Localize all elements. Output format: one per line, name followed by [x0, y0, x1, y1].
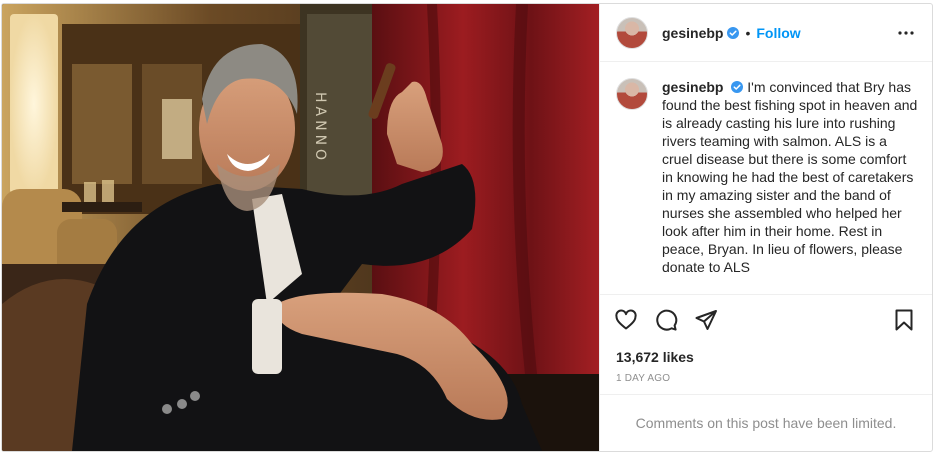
photo-illustration: HANNO	[2, 4, 599, 451]
verified-badge-icon	[727, 26, 740, 39]
caption-username-link[interactable]: gesinebp	[662, 79, 723, 95]
avatar[interactable]	[616, 16, 648, 49]
door-sign-text: HANNO	[312, 92, 328, 164]
caption-avatar[interactable]	[616, 78, 648, 110]
instagram-post: HANNO gesinebp • Follow gesinebp I'm con…	[1, 3, 933, 452]
share-icon[interactable]	[694, 308, 718, 332]
verified-badge-icon	[731, 81, 744, 93]
caption: gesinebp I'm convinced that Bry has foun…	[662, 78, 918, 294]
more-options-icon[interactable]	[894, 21, 918, 45]
comments-limited-notice: Comments on this post have been limited.	[600, 394, 932, 451]
caption-text: I'm convinced that Bry has found the bes…	[662, 79, 918, 275]
post-header: gesinebp • Follow	[600, 4, 932, 62]
like-heart-icon[interactable]	[614, 308, 638, 332]
separator-dot: •	[745, 24, 751, 41]
caption-section: gesinebp I'm convinced that Bry has foun…	[600, 62, 932, 295]
action-bar	[600, 295, 932, 345]
username-link[interactable]: gesinebp	[662, 25, 723, 41]
like-count[interactable]: 13,672 likes	[600, 349, 932, 365]
post-timestamp[interactable]: 1 DAY AGO	[600, 373, 932, 384]
follow-button[interactable]: Follow	[756, 25, 800, 41]
comment-icon[interactable]	[654, 308, 678, 332]
bookmark-icon[interactable]	[892, 308, 916, 332]
post-photo[interactable]: HANNO	[2, 4, 599, 451]
post-sidebar: gesinebp • Follow gesinebp I'm convinced…	[599, 4, 932, 451]
